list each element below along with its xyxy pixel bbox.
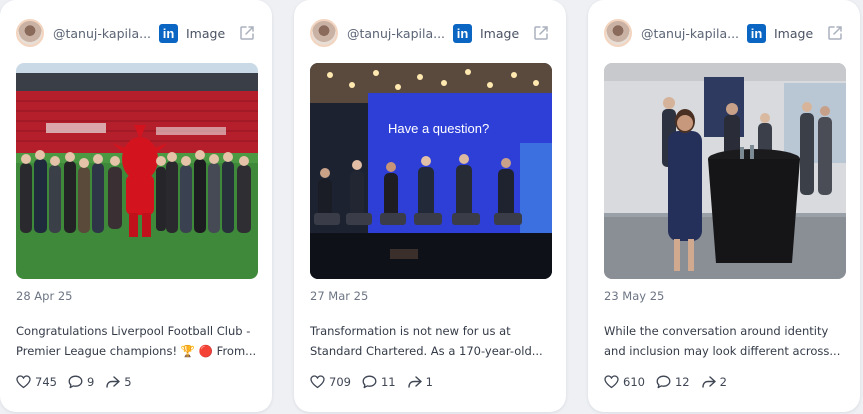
post-header: @tanuj-kapila... in Image <box>16 18 256 48</box>
post-date: 27 Mar 25 <box>310 289 369 303</box>
comment-icon <box>68 375 83 389</box>
post-header: @tanuj-kapila... in Image <box>310 18 550 48</box>
external-link-icon[interactable] <box>238 24 256 42</box>
author-handle[interactable]: @tanuj-kapila... <box>641 26 741 41</box>
heart-icon <box>310 375 325 389</box>
shares-stat[interactable]: 5 <box>105 375 132 389</box>
heart-icon <box>604 375 619 389</box>
linkedin-icon: in <box>747 23 766 43</box>
shares-count: 2 <box>719 375 727 389</box>
likes-count: 745 <box>35 375 57 389</box>
comments-stat[interactable]: 9 <box>68 375 94 389</box>
author-handle[interactable]: @tanuj-kapila... <box>347 26 447 41</box>
post-card[interactable]: @tanuj-kapila... in Image <box>588 0 860 412</box>
likes-stat[interactable]: 709 <box>310 375 351 389</box>
author-handle[interactable]: @tanuj-kapila... <box>53 26 153 41</box>
comment-icon <box>362 375 377 389</box>
post-image[interactable] <box>604 63 846 279</box>
likes-count: 610 <box>623 375 645 389</box>
post-type-label: Image <box>480 25 520 41</box>
avatar <box>16 19 44 47</box>
post-image[interactable] <box>16 63 258 279</box>
share-icon <box>106 376 120 388</box>
heart-icon <box>16 375 31 389</box>
shares-stat[interactable]: 1 <box>407 375 433 389</box>
external-link-icon[interactable] <box>826 24 844 42</box>
likes-stat[interactable]: 745 <box>16 375 57 389</box>
external-link-icon[interactable] <box>532 24 550 42</box>
post-type-label: Image <box>774 25 814 41</box>
post-text[interactable]: Transformation is not new for us at Stan… <box>310 321 552 361</box>
share-icon <box>407 376 422 388</box>
comment-icon <box>656 375 671 389</box>
avatar <box>604 19 632 47</box>
shares-stat[interactable]: 2 <box>701 375 727 389</box>
screen-text: Have a question? <box>388 121 489 136</box>
post-text[interactable]: Congratulations Liverpool Football Club … <box>16 321 258 361</box>
avatar <box>310 19 338 47</box>
post-card[interactable]: @tanuj-kapila... in Image <box>0 0 272 412</box>
post-text[interactable]: While the conversation around identity a… <box>604 321 846 361</box>
post-date: 28 Apr 25 <box>16 289 73 303</box>
post-date: 23 May 25 <box>604 289 665 303</box>
post-stats: 709 11 1 <box>310 375 444 389</box>
comments-count: 12 <box>674 375 690 389</box>
post-header: @tanuj-kapila... in Image <box>604 18 844 48</box>
comments-count: 9 <box>86 375 95 389</box>
share-icon <box>701 376 716 388</box>
shares-count: 5 <box>124 375 132 389</box>
likes-stat[interactable]: 610 <box>604 375 645 389</box>
comments-count: 11 <box>380 375 396 389</box>
post-image[interactable]: Have a question? <box>310 63 552 279</box>
post-card[interactable]: @tanuj-kapila... in Image Have a questio… <box>294 0 566 412</box>
post-type-label: Image <box>186 25 226 41</box>
linkedin-icon: in <box>159 23 178 43</box>
linkedin-icon: in <box>453 23 472 43</box>
comments-stat[interactable]: 12 <box>656 375 690 389</box>
likes-count: 709 <box>329 375 351 389</box>
shares-count: 1 <box>425 375 433 389</box>
post-stats: 745 9 5 <box>16 375 143 389</box>
comments-stat[interactable]: 11 <box>362 375 396 389</box>
post-stats: 610 12 2 <box>604 375 738 389</box>
